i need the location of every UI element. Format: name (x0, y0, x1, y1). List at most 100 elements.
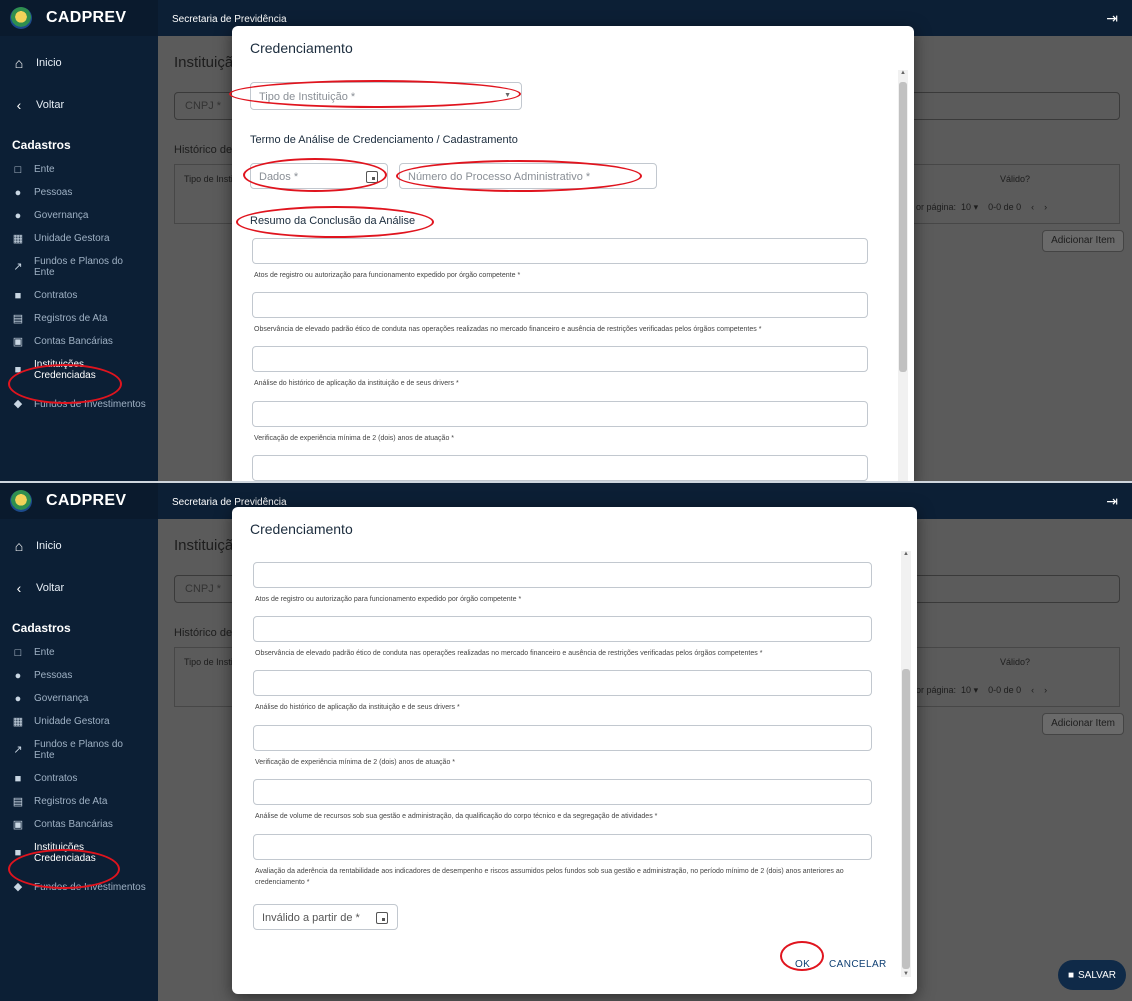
nav-voltar-label: Voltar (36, 99, 65, 111)
building-icon: ▦ (12, 233, 24, 245)
dialog-scrollbar[interactable]: ▲ ▼ (901, 551, 911, 977)
sidebar-item-instituicoes-credenciadas[interactable]: ■ Instituições Credenciadas (0, 836, 158, 870)
padrao-etico-input[interactable] (252, 292, 868, 318)
sidebar-item-label: Contratos (34, 773, 78, 784)
atos-registro-caption: Atos de registro ou autorização para fun… (255, 596, 522, 603)
sidebar-item-unidade-gestora[interactable]: ▦ Unidade Gestora (0, 227, 158, 250)
sidebar-item-pessoas[interactable]: ● Pessoas (0, 664, 158, 687)
sidebar-item-fundos-investimentos[interactable]: ◆ Fundos de Investimentos (0, 870, 158, 904)
processo-administrativo-input[interactable]: Número do Processo Administrativo * (399, 163, 657, 189)
calendar-icon[interactable] (376, 912, 388, 924)
experiencia-minima-input[interactable] (252, 401, 868, 427)
nav-inicio-label: Inicio (36, 540, 62, 552)
prev-page-icon[interactable]: ‹ (1031, 685, 1034, 695)
sidebar: CADPREV ⌂ Inicio ‹ Voltar Cadastros □ Ent… (0, 483, 158, 1001)
padrao-etico-input[interactable] (253, 616, 872, 642)
pagination: or página: 10 ▾ 0-0 de 0 ‹ › (916, 202, 1048, 212)
building-icon: ▦ (12, 716, 24, 728)
invalido-date-input[interactable]: Inválido a partir de * (253, 904, 398, 930)
home-icon: ⌂ (14, 55, 24, 71)
sidebar-item-label: Governança (34, 210, 89, 221)
historico-aplicacao-input[interactable] (252, 346, 868, 372)
sidebar-item-label: Unidade Gestora (34, 233, 110, 244)
cancelar-button[interactable]: CANCELAR (829, 959, 887, 970)
historico-aplicacao-caption: Análise do histórico de aplicação da ins… (255, 704, 460, 711)
bank-card-icon: ▣ (12, 819, 24, 831)
chevron-down-icon: ▼ (504, 92, 511, 99)
rentabilidade-input[interactable] (253, 834, 872, 860)
next-page-icon[interactable]: › (1044, 685, 1047, 695)
nav-voltar[interactable]: ‹ Voltar (0, 86, 158, 124)
resumo-title: Resumo da Conclusão da Análise (250, 215, 416, 227)
scroll-down-icon[interactable]: ▼ (901, 971, 911, 977)
volume-recursos-input[interactable] (252, 455, 868, 481)
nav-inicio[interactable]: ⌂ Inicio (0, 527, 158, 565)
sidebar-item-contas-bancarias[interactable]: ▣ Contas Bancárias (0, 330, 158, 353)
history-title: Histórico de (174, 144, 233, 156)
scroll-up-icon[interactable]: ▲ (898, 70, 908, 76)
brand: CADPREV (0, 0, 158, 36)
sidebar-item-ente[interactable]: □ Ente (0, 158, 158, 181)
sidebar-item-ente[interactable]: □ Ente (0, 641, 158, 664)
sidebar-item-unidade-gestora[interactable]: ▦ Unidade Gestora (0, 710, 158, 733)
prev-page-icon[interactable]: ‹ (1031, 202, 1034, 212)
atos-registro-caption: Atos de registro ou autorização para fun… (254, 272, 521, 279)
group-icon: ● (14, 209, 22, 222)
dialog-scrollbar[interactable]: ▲ (898, 70, 908, 481)
list-icon: ▤ (12, 313, 24, 325)
processo-label: Número do Processo Administrativo * (408, 171, 591, 183)
salvar-button[interactable]: ■ SALVAR (1057, 960, 1126, 990)
sidebar-item-label: Pessoas (34, 187, 73, 198)
page-range: 0-0 de 0 (988, 202, 1022, 212)
scrollbar-thumb[interactable] (902, 669, 910, 969)
sidebar-item-contratos[interactable]: ■ Contratos (0, 284, 158, 307)
invalido-label: Inválido a partir de * (262, 912, 360, 924)
next-page-icon[interactable]: › (1044, 202, 1047, 212)
sidebar-item-contas-bancarias[interactable]: ▣ Contas Bancárias (0, 813, 158, 836)
rentabilidade-caption: Avaliação da aderência da rentabilidade … (255, 868, 844, 886)
sidebar-item-fundos-investimentos[interactable]: ◆ Fundos de Investimentos (0, 387, 158, 421)
add-item-button[interactable]: Adicionar Item (1042, 230, 1124, 252)
col-valido-header: Válido? (1000, 174, 1031, 184)
experiencia-minima-input[interactable] (253, 725, 872, 751)
scroll-up-icon[interactable]: ▲ (901, 551, 911, 557)
badge-icon: ■ (14, 363, 22, 376)
scrollbar-thumb[interactable] (899, 82, 907, 372)
ok-button[interactable]: OK (795, 959, 810, 970)
chevron-left-icon: ‹ (16, 97, 22, 113)
sidebar-item-fundos-planos[interactable]: ↗ Fundos e Planos do Ente (0, 250, 158, 284)
volume-recursos-input[interactable] (253, 779, 872, 805)
padrao-etico-caption: Observância de elevado padrão ético de c… (254, 326, 762, 333)
sidebar-item-contratos[interactable]: ■ Contratos (0, 767, 158, 790)
document-icon: ■ (14, 772, 22, 785)
add-item-button[interactable]: Adicionar Item (1042, 713, 1124, 735)
sidebar-item-label: Fundos e Planos do Ente (34, 739, 123, 761)
logout-icon[interactable]: ⇥ (1106, 493, 1118, 510)
atos-registro-input[interactable] (252, 238, 868, 264)
bank-icon: □ (14, 163, 22, 176)
rows-per-page-select[interactable]: 10 (961, 202, 971, 212)
sidebar-item-governanca[interactable]: ● Governança (0, 687, 158, 710)
history-title: Histórico de (174, 627, 233, 639)
sidebar-item-registros-ata[interactable]: ▤ Registros de Ata (0, 307, 158, 330)
brand-name: CADPREV (46, 492, 127, 509)
sidebar-item-instituicoes-credenciadas[interactable]: ■ Instituições Credenciadas (0, 353, 158, 387)
sidebar-item-governanca[interactable]: ● Governança (0, 204, 158, 227)
nav-voltar[interactable]: ‹ Voltar (0, 569, 158, 607)
rows-per-page-select[interactable]: 10 (961, 685, 971, 695)
historico-aplicacao-input[interactable] (253, 670, 872, 696)
sidebar-item-label: Fundos de Investimentos (34, 398, 146, 410)
logout-icon[interactable]: ⇥ (1106, 10, 1118, 27)
dados-date-input[interactable]: Dados * (250, 163, 388, 189)
emblem-icon (10, 7, 32, 29)
nav-inicio[interactable]: ⌂ Inicio (0, 44, 158, 82)
atos-registro-input[interactable] (253, 562, 872, 588)
sidebar-item-fundos-planos[interactable]: ↗ Fundos e Planos do Ente (0, 733, 158, 767)
screenshot-top: CADPREV ⌂ Inicio ‹ Voltar Cadastros □ Ent… (0, 0, 1132, 481)
sidebar-item-pessoas[interactable]: ● Pessoas (0, 181, 158, 204)
credenciamento-dialog: Credenciamento Tipo de Instituição * ▼ T… (232, 26, 914, 481)
sidebar-item-registros-ata[interactable]: ▤ Registros de Ata (0, 790, 158, 813)
tipo-instituicao-select[interactable]: Tipo de Instituição * ▼ (250, 82, 522, 110)
home-icon: ⌂ (14, 538, 24, 554)
calendar-icon[interactable] (366, 171, 378, 183)
